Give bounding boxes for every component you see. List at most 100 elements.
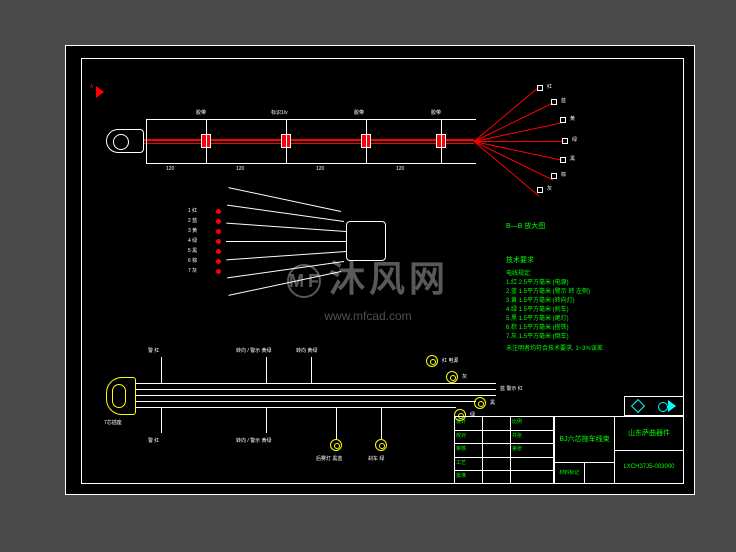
tb-cell: 第张	[511, 443, 554, 456]
tb-cell	[483, 443, 511, 456]
terminal-icon	[560, 117, 566, 123]
terminal-icon	[537, 85, 543, 91]
projection-icon	[658, 400, 676, 412]
pin-wire	[226, 241, 346, 242]
pin-wire	[226, 223, 346, 232]
notes-header: 电线规定:	[506, 270, 676, 279]
dim-tick	[146, 119, 147, 163]
wire-stub	[161, 407, 162, 433]
dimension-line-bottom	[146, 163, 476, 164]
stub-label: 转向 / 警示 黄绿	[236, 347, 272, 354]
pin-dot-icon	[216, 249, 221, 254]
branch-label: 黑	[570, 155, 575, 162]
term-label: 蓝 警示 红	[500, 385, 523, 392]
connector-label: 7芯插座	[104, 419, 122, 426]
dim-tick	[366, 119, 367, 163]
top-harness-assembly: 120 120 120 120 胶带 标识1/v 胶带 胶带 红 蓝 黄	[106, 101, 556, 186]
dim-tick	[441, 119, 442, 163]
tape-label: 标识1/v	[271, 109, 288, 116]
pin-label: 7 灰	[188, 267, 197, 274]
wire-stub	[381, 407, 382, 439]
tb-cell	[511, 457, 554, 470]
note-item: 3.黄 1.5平方毫米 (转向灯)	[506, 297, 676, 306]
note-item: 1.红 2.5平方毫米 (电源)	[506, 279, 676, 288]
pin-label: 4 绿	[188, 237, 197, 244]
dim-value: 120	[316, 166, 324, 172]
branch-label: 棕	[561, 171, 566, 178]
marker-label: A	[90, 84, 93, 90]
company-name: 山东萨曲器件	[615, 417, 683, 451]
connector-inner-icon	[112, 384, 126, 408]
pin-label: 1 红	[188, 207, 197, 214]
title-block-signatures: 设计 比例 校对 共张 审核 第张 工艺 批准	[455, 417, 555, 483]
angle-symbol-icon	[630, 399, 644, 413]
pin-label: 2 蓝	[188, 217, 197, 224]
lamp-icon	[474, 397, 486, 409]
branch-wire	[474, 141, 562, 161]
terminal-icon	[560, 157, 566, 163]
lamp-icon	[446, 371, 458, 383]
detail-lines	[196, 201, 396, 291]
note-item: 5.黑 1.5平方毫米 (尾灯)	[506, 315, 676, 324]
connector-7pin-icon	[106, 377, 136, 415]
schematic-wire	[136, 389, 496, 390]
detail-scale-label: B—B 放大图	[506, 221, 545, 231]
trunk-wire	[144, 139, 474, 141]
marker-triangle	[96, 86, 104, 98]
tb-cell: 审核	[455, 443, 483, 456]
branch-label: 绿	[572, 136, 577, 143]
dim-value: 120	[396, 166, 404, 172]
terminal-icon	[562, 138, 568, 144]
tb-cell	[483, 417, 511, 430]
term-label: 黑	[490, 399, 495, 406]
tb-cell: 比例	[511, 417, 554, 430]
tb-cell	[483, 470, 511, 483]
terminal-icon	[551, 173, 557, 179]
tape-label: 胶带	[354, 109, 364, 116]
tb-cell: 批准	[455, 470, 483, 483]
tb-cell: 共张	[511, 430, 554, 443]
wire-stub	[311, 357, 312, 383]
branch-label: 灰	[547, 185, 552, 192]
branch-label: 蓝	[561, 97, 566, 104]
title-block: 设计 比例 校对 共张 审核 第张 工艺 批准 BJ六芯拖车线束 材料标记 山东…	[454, 416, 684, 484]
pin-dot-icon	[216, 259, 221, 264]
pin-dot-icon	[216, 219, 221, 224]
pin-label: 6 棕	[188, 257, 197, 264]
tb-cell	[483, 457, 511, 470]
wire-stub	[336, 407, 337, 439]
dim-value: 120	[166, 166, 174, 172]
terminal-icon	[551, 99, 557, 105]
term-label: 红 电源	[442, 357, 458, 364]
tb-cell: 设计	[455, 417, 483, 430]
tb-cell: 工艺	[455, 457, 483, 470]
stub-label: 警 红	[148, 437, 159, 444]
pin-dot-icon	[216, 209, 221, 214]
pin-dot-icon	[216, 229, 221, 234]
dim-tick	[206, 119, 207, 163]
notes-title: 技术要求	[506, 256, 676, 267]
stub-label: 转向 / 警示 黄绿	[236, 437, 272, 444]
schematic-wire	[136, 395, 496, 396]
connector-icon	[106, 129, 144, 153]
lamp-icon	[375, 439, 387, 451]
tb-cell: 校对	[455, 430, 483, 443]
tape-label: 胶带	[196, 109, 206, 116]
trunk-wire-2	[144, 143, 474, 144]
schematic-wire	[136, 401, 476, 402]
term-label: 灰	[462, 373, 467, 380]
pin-wire	[227, 261, 344, 278]
schematic-wire	[136, 407, 456, 408]
branch-label: 红	[547, 83, 552, 90]
material-label: 材料标记	[555, 463, 585, 483]
dim-value: 120	[236, 166, 244, 172]
stub-label: 后雾灯 黑蓝	[316, 455, 342, 462]
tb-cell	[511, 470, 554, 483]
note-item: 2.蓝 1.5平方毫米 (警示 转 左侧)	[506, 288, 676, 297]
wire-stub	[266, 357, 267, 383]
branch-wire	[474, 122, 562, 142]
dim-tick	[286, 119, 287, 163]
stub-label: 刹车 绿	[368, 455, 384, 462]
terminal-icon	[537, 187, 543, 193]
branch-label: 黄	[570, 115, 575, 122]
